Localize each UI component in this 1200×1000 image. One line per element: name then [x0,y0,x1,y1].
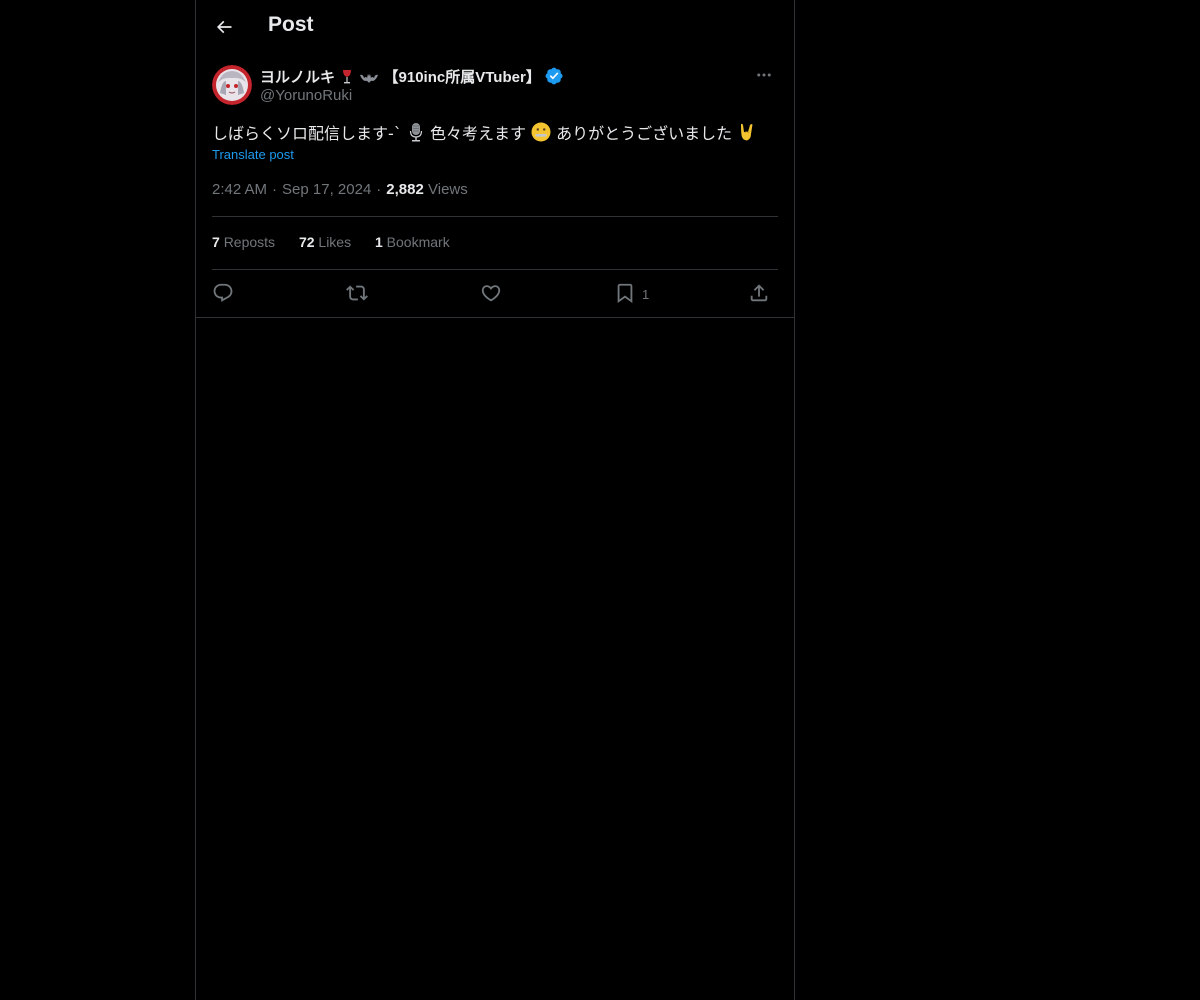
post-time[interactable]: 2:42 AM [212,181,267,198]
reply-icon [213,283,233,302]
divider [212,269,778,270]
page-title: Post [268,13,314,36]
more-options-button[interactable] [750,64,778,86]
verified-badge-icon [545,67,563,85]
post-text-part2: 色々考えます [429,124,526,143]
post-text: しばらくソロ配信します-` 色々考えます ありがとうございました [212,120,782,144]
bookmarks-label: Bookmark [386,234,450,250]
post-text-part3: ありがとうございました [556,124,733,143]
bookmark-icon [617,283,633,304]
post-actions: 1 [212,279,778,307]
likes-label: Likes [318,234,352,250]
post-date[interactable]: Sep 17, 2024 [282,181,371,198]
bookmarks-stat[interactable]: 1 Bookmark [375,234,450,250]
reposts-stat[interactable]: 7 Reposts [212,234,275,250]
likes-stat[interactable]: 72 Likes [299,234,351,250]
repost-button[interactable] [346,279,368,307]
avatar-image [212,65,252,105]
divider [212,216,778,217]
post-stats: 7 Reposts 72 Likes 1 Bookmark [212,234,470,250]
like-button[interactable] [480,279,502,307]
author-name-suffix: 【910inc所属VTuber】 [383,69,541,86]
post-text-part1: しばらくソロ配信します-` [212,124,402,143]
post-detail-column: Post ヨルノルキ 【910inc所属VTuber】 @YorunoRuki … [195,0,795,1000]
translate-post-link[interactable]: Translate post [212,147,294,162]
heart-icon [481,285,501,302]
reply-button[interactable] [212,279,234,307]
avatar[interactable] [212,65,252,105]
reposts-label: Reposts [223,234,276,250]
author-handle[interactable]: @YorunoRuki [260,87,352,104]
likes-count: 72 [298,234,315,250]
repost-icon [346,285,368,301]
post-author: ヨルノルキ 【910inc所属VTuber】 @YorunoRuki [212,64,778,108]
views-label: Views [428,181,468,198]
share-icon [750,284,768,302]
meta-separator: · [376,181,382,198]
more-horizontal-icon [757,73,771,77]
author-display-name[interactable]: ヨルノルキ 【910inc所属VTuber】 [260,66,563,87]
back-button[interactable] [208,11,240,43]
post-meta: 2:42 AM · Sep 17, 2024 · 2,882 Views [212,181,468,198]
post-bottom-divider [196,317,794,318]
sign-of-horns-icon [741,123,753,141]
wine-glass-icon [343,70,352,84]
zipper-mouth-face-icon [531,122,551,142]
meta-separator: · [272,181,278,198]
share-button[interactable] [748,279,770,307]
views-count: 2,882 [386,181,424,198]
header: Post [196,0,794,54]
arrow-left-icon [216,20,232,34]
bookmarks-count: 1 [374,234,383,250]
bat-icon [360,74,379,83]
microphone-icon [409,123,422,142]
bookmark-count: 1 [642,287,650,302]
bookmark-button[interactable]: 1 [614,279,649,307]
reposts-count: 7 [212,234,220,250]
author-name: ヨルノルキ [260,69,336,86]
